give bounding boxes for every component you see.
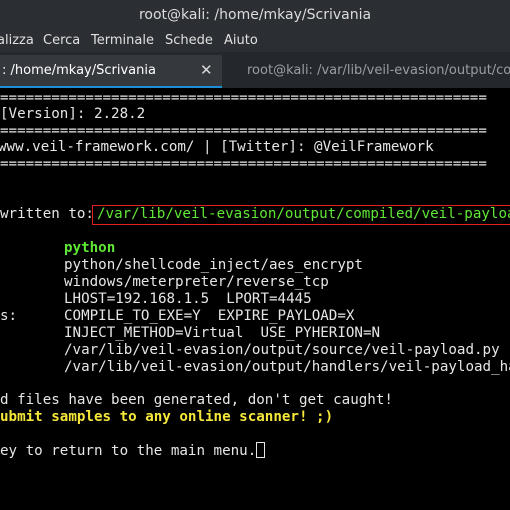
generated-message: d files have been generated, don't get c…: [0, 392, 393, 408]
warning-message: ubmit samples to any online scanner! ;): [0, 409, 334, 425]
payload-options: LHOST=192.168.1.5 LPORT=4445: [64, 291, 312, 307]
terminal-output[interactable]: ========================================…: [0, 88, 510, 510]
tab-scrivania[interactable]: : /home/mkay/Scrivania ✕: [0, 55, 222, 88]
separator-line: ========================================…: [0, 90, 487, 106]
version-line: [Version]: 2.28.2: [0, 106, 146, 122]
payload-module: python/shellcode_inject/aes_encrypt: [64, 257, 363, 273]
return-prompt: ey to return to the main menu.: [0, 442, 266, 459]
payload-language: python: [64, 240, 116, 256]
handler-file-path: /var/lib/veil-evasion/output/handlers/ve…: [64, 359, 510, 375]
separator-line: ========================================…: [0, 123, 487, 139]
tab-veil-output[interactable]: root@kali: /var/lib/veil-evasion/output/…: [224, 55, 510, 88]
menu-item-schede[interactable]: Schede: [165, 33, 213, 48]
required-options-2: INJECT_METHOD=Virtual USE_PYHERION=N: [64, 325, 381, 341]
menu-item-terminale[interactable]: Terminale: [91, 33, 154, 48]
tab-label: root@kali: /var/lib/veil-evasion/output/…: [247, 63, 510, 78]
window-title: root@kali: /home/mkay/Scrivania: [0, 0, 510, 30]
terminal-window: root@kali: /home/mkay/Scrivania alizza C…: [0, 0, 510, 510]
menu-item-visualizza[interactable]: alizza: [0, 33, 34, 48]
return-prompt-text: ey to return to the main menu.: [0, 443, 257, 459]
website-line: www.veil-framework.com/ | [Twitter]: @Ve…: [0, 139, 434, 155]
shellcode-payload: windows/meterpreter/reverse_tcp: [64, 274, 329, 290]
menu-item-cerca[interactable]: Cerca: [43, 33, 80, 48]
menu-bar: alizza Cerca Terminale Schede Aiuto: [0, 30, 510, 52]
close-icon[interactable]: ✕: [200, 61, 213, 79]
highlight-box: [92, 205, 510, 225]
options-label: s:: [0, 308, 18, 324]
tab-label: : /home/mkay/Scrivania: [2, 63, 156, 78]
menu-item-aiuto[interactable]: Aiuto: [224, 33, 258, 48]
written-to-label: written to:: [0, 206, 103, 222]
required-options-1: COMPILE_TO_EXE=Y EXPIRE_PAYLOAD=X: [64, 308, 355, 324]
text-cursor: [256, 442, 266, 458]
separator-line: ========================================…: [0, 156, 487, 172]
tab-bar: : /home/mkay/Scrivania ✕ root@kali: /var…: [0, 52, 510, 88]
source-file-path: /var/lib/veil-evasion/output/source/veil…: [64, 342, 500, 358]
